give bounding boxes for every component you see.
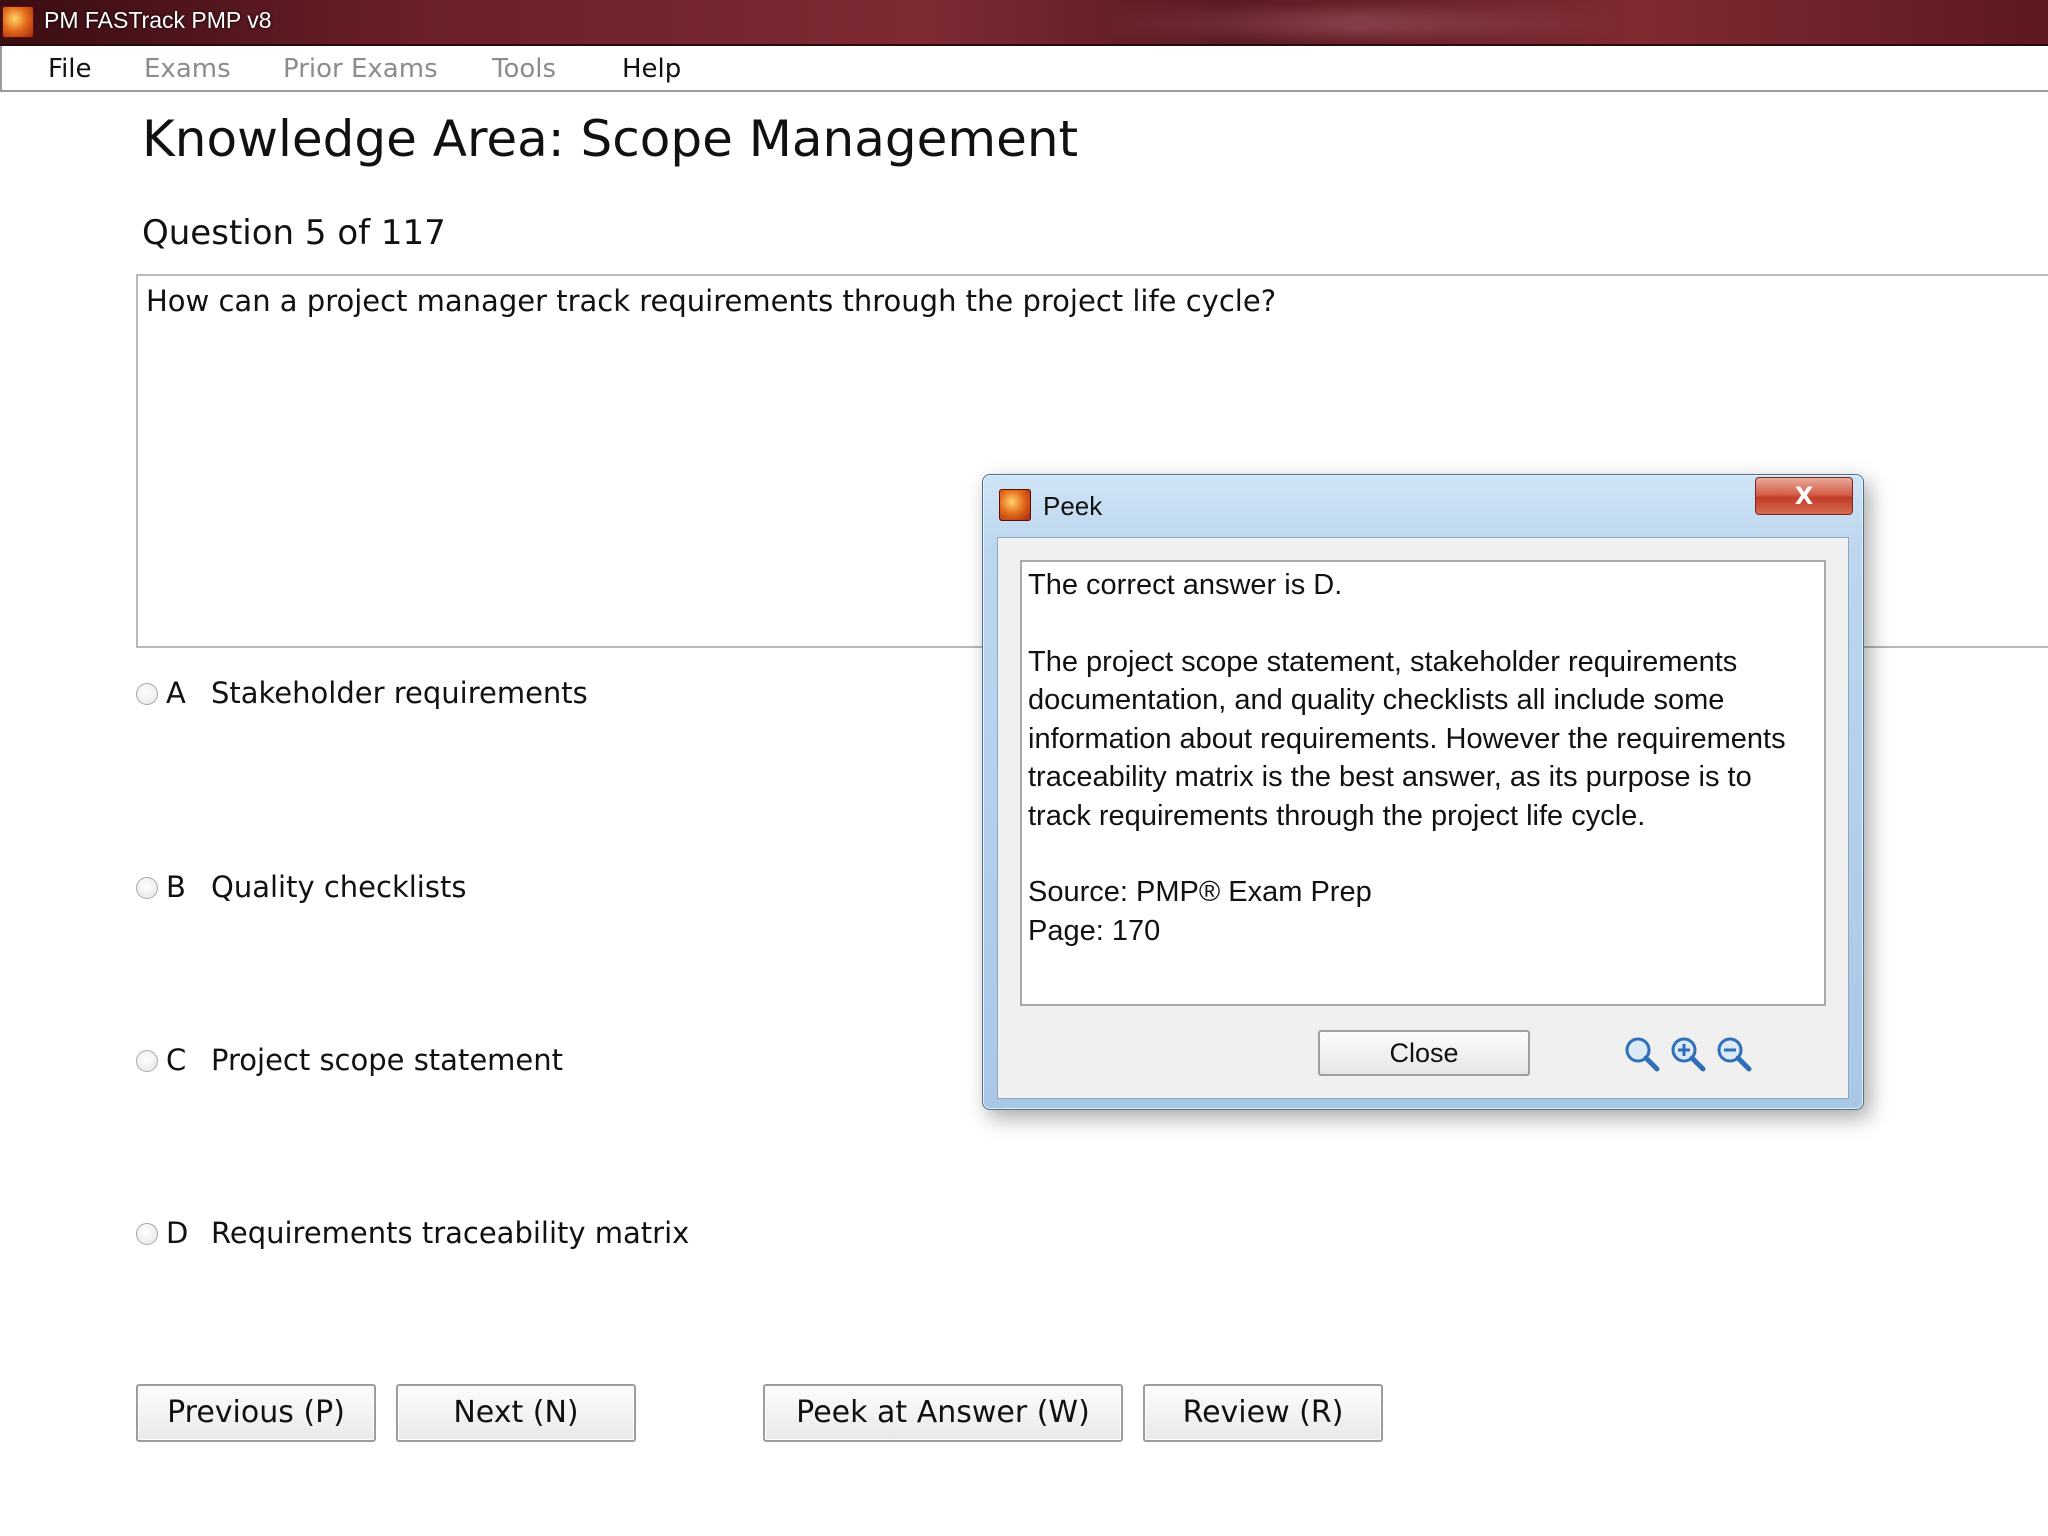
question-counter: Question 5 of 117 [142,213,446,253]
explanation-line: information about requirements. However … [1028,722,1786,755]
option-letter: D [166,1216,189,1250]
menu-prior-exams[interactable]: Prior Exams [283,54,438,84]
close-icon[interactable]: X [1755,477,1853,515]
dialog-body: The correct answer is D. The project sco… [997,537,1849,1099]
dialog-title: Peek [1043,491,1103,521]
option-text: Quality checklists [211,870,467,904]
close-button[interactable]: Close [1318,1030,1530,1076]
peek-at-answer-button[interactable]: Peek at Answer (W) [763,1384,1123,1442]
explanation-line: documentation, and quality checklists al… [1028,684,1725,716]
source-line: Source: PMP® Exam Prep [1028,876,1372,908]
menu-exams[interactable]: Exams [144,54,231,84]
page-line: Page: 170 [1028,914,1161,947]
radio-button-c[interactable] [136,1050,158,1072]
app-icon [999,489,1031,521]
window-title-bar[interactable]: PM FASTrack PMP v8 [0,0,2048,46]
peek-dialog[interactable]: Peek X The correct answer is D. The proj… [982,474,1864,1110]
option-text: Requirements traceability matrix [211,1216,690,1250]
menu-help[interactable]: Help [622,54,681,84]
correct-answer-line: The correct answer is D. [1028,569,1343,601]
radio-button-b[interactable] [136,877,158,899]
blurred-region [1100,10,1620,36]
menu-bar: File Exams Prior Exams Tools Help [0,46,2048,92]
option-letter: B [166,870,186,904]
radio-button-d[interactable] [136,1223,158,1245]
radio-button-a[interactable] [136,683,158,705]
question-text: How can a project manager track requirem… [146,284,1277,318]
magnifier-icon[interactable] [1622,1034,1662,1074]
menu-file[interactable]: File [48,54,92,84]
option-text: Stakeholder requirements [211,676,588,710]
window-title: PM FASTrack PMP v8 [44,7,272,33]
menu-tools[interactable]: Tools [492,54,556,84]
page-title: Knowledge Area: Scope Management [142,110,1079,168]
review-button[interactable]: Review (R) [1143,1384,1383,1442]
explanation-line: The project scope statement, stakeholder… [1028,645,1738,678]
option-text: Project scope statement [211,1043,564,1077]
explanation-line: track requirements through the project l… [1028,799,1646,832]
answer-explanation-box[interactable]: The correct answer is D. The project sco… [1020,560,1826,1006]
zoom-out-icon[interactable] [1714,1034,1754,1074]
explanation-line: traceability matrix is the best answer, … [1028,761,1752,793]
option-letter: C [166,1043,187,1077]
previous-button[interactable]: Previous (P) [136,1384,376,1442]
next-button[interactable]: Next (N) [396,1384,636,1442]
option-letter: A [166,676,186,710]
app-icon [2,6,34,38]
zoom-in-icon[interactable] [1668,1034,1708,1074]
